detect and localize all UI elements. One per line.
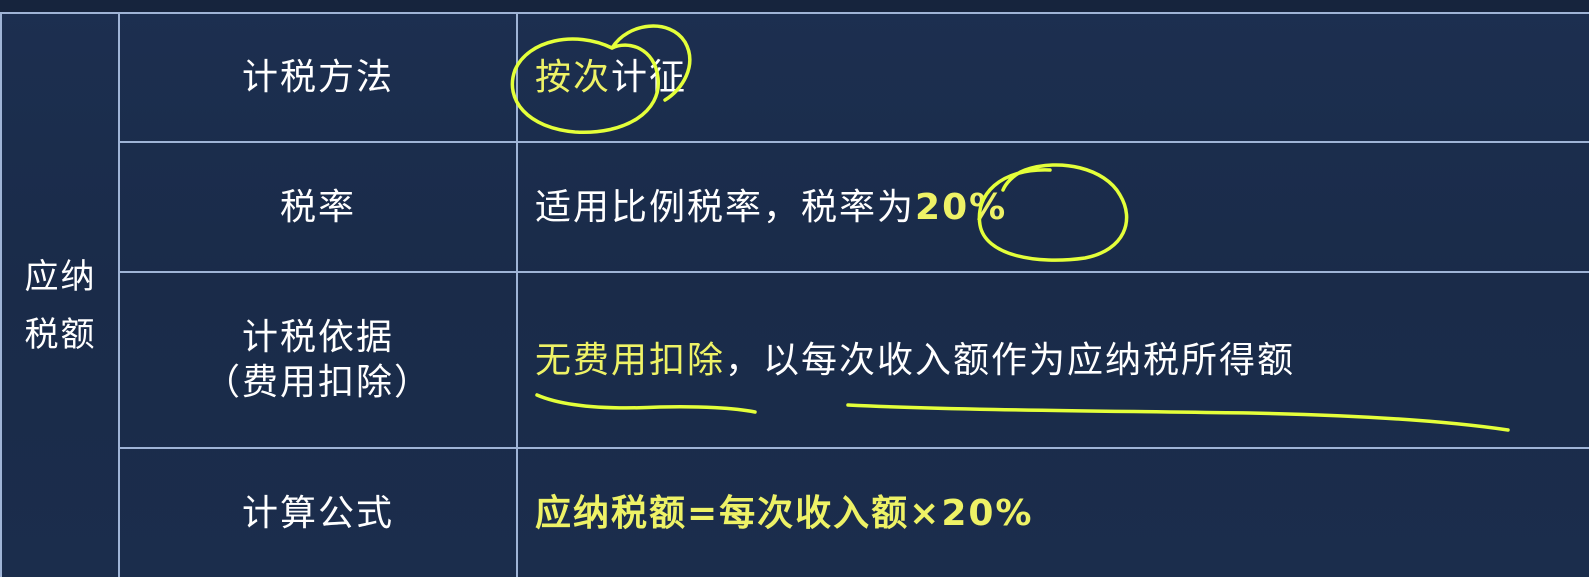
formula-label: 计算公式 [120, 449, 516, 577]
tax-payable-side-label: 应纳 税额 [2, 232, 119, 382]
method-value-highlight: 按次 [535, 57, 612, 98]
basis-value: 无费用扣除 ，以每次收入额作为应纳税所得额 [535, 273, 1575, 447]
rate-label: 税率 [120, 143, 516, 271]
basis-label-line1: 计税依据 [241, 317, 394, 358]
slide-background: 应纳 税额 计税方法 按次 计征 税率 适用比例税率，税率为 20% 计税依据 （费… [0, 0, 1589, 577]
method-value: 按次 计征 [535, 14, 1575, 141]
rate-value-highlight: 20% [915, 186, 1008, 228]
basis-label: 计税依据 （费用扣除） [120, 273, 516, 447]
basis-label-line2: （费用扣除） [203, 362, 432, 403]
rate-value-prefix: 适用比例税率，税率为 [535, 186, 916, 228]
top-strip [0, 0, 1589, 12]
rate-value: 适用比例税率，税率为 20% [535, 143, 1575, 271]
method-label: 计税方法 [120, 14, 516, 141]
formula-value: 应纳税额=每次收入额×20% [535, 449, 1575, 577]
formula-label-text: 计算公式 [241, 492, 394, 534]
method-label-text: 计税方法 [241, 57, 394, 98]
basis-value-highlight: 无费用扣除 [535, 339, 726, 381]
side-label-line2: 税额 [24, 315, 97, 355]
grid-line-col2 [516, 12, 518, 577]
method-value-rest: 计征 [611, 57, 688, 98]
basis-value-rest: ，以每次收入额作为应纳税所得额 [725, 339, 1296, 381]
rate-label-text: 税率 [279, 186, 356, 228]
side-label-line1: 应纳 [24, 257, 97, 298]
formula-value-text: 应纳税额=每次收入额×20% [535, 492, 1034, 534]
